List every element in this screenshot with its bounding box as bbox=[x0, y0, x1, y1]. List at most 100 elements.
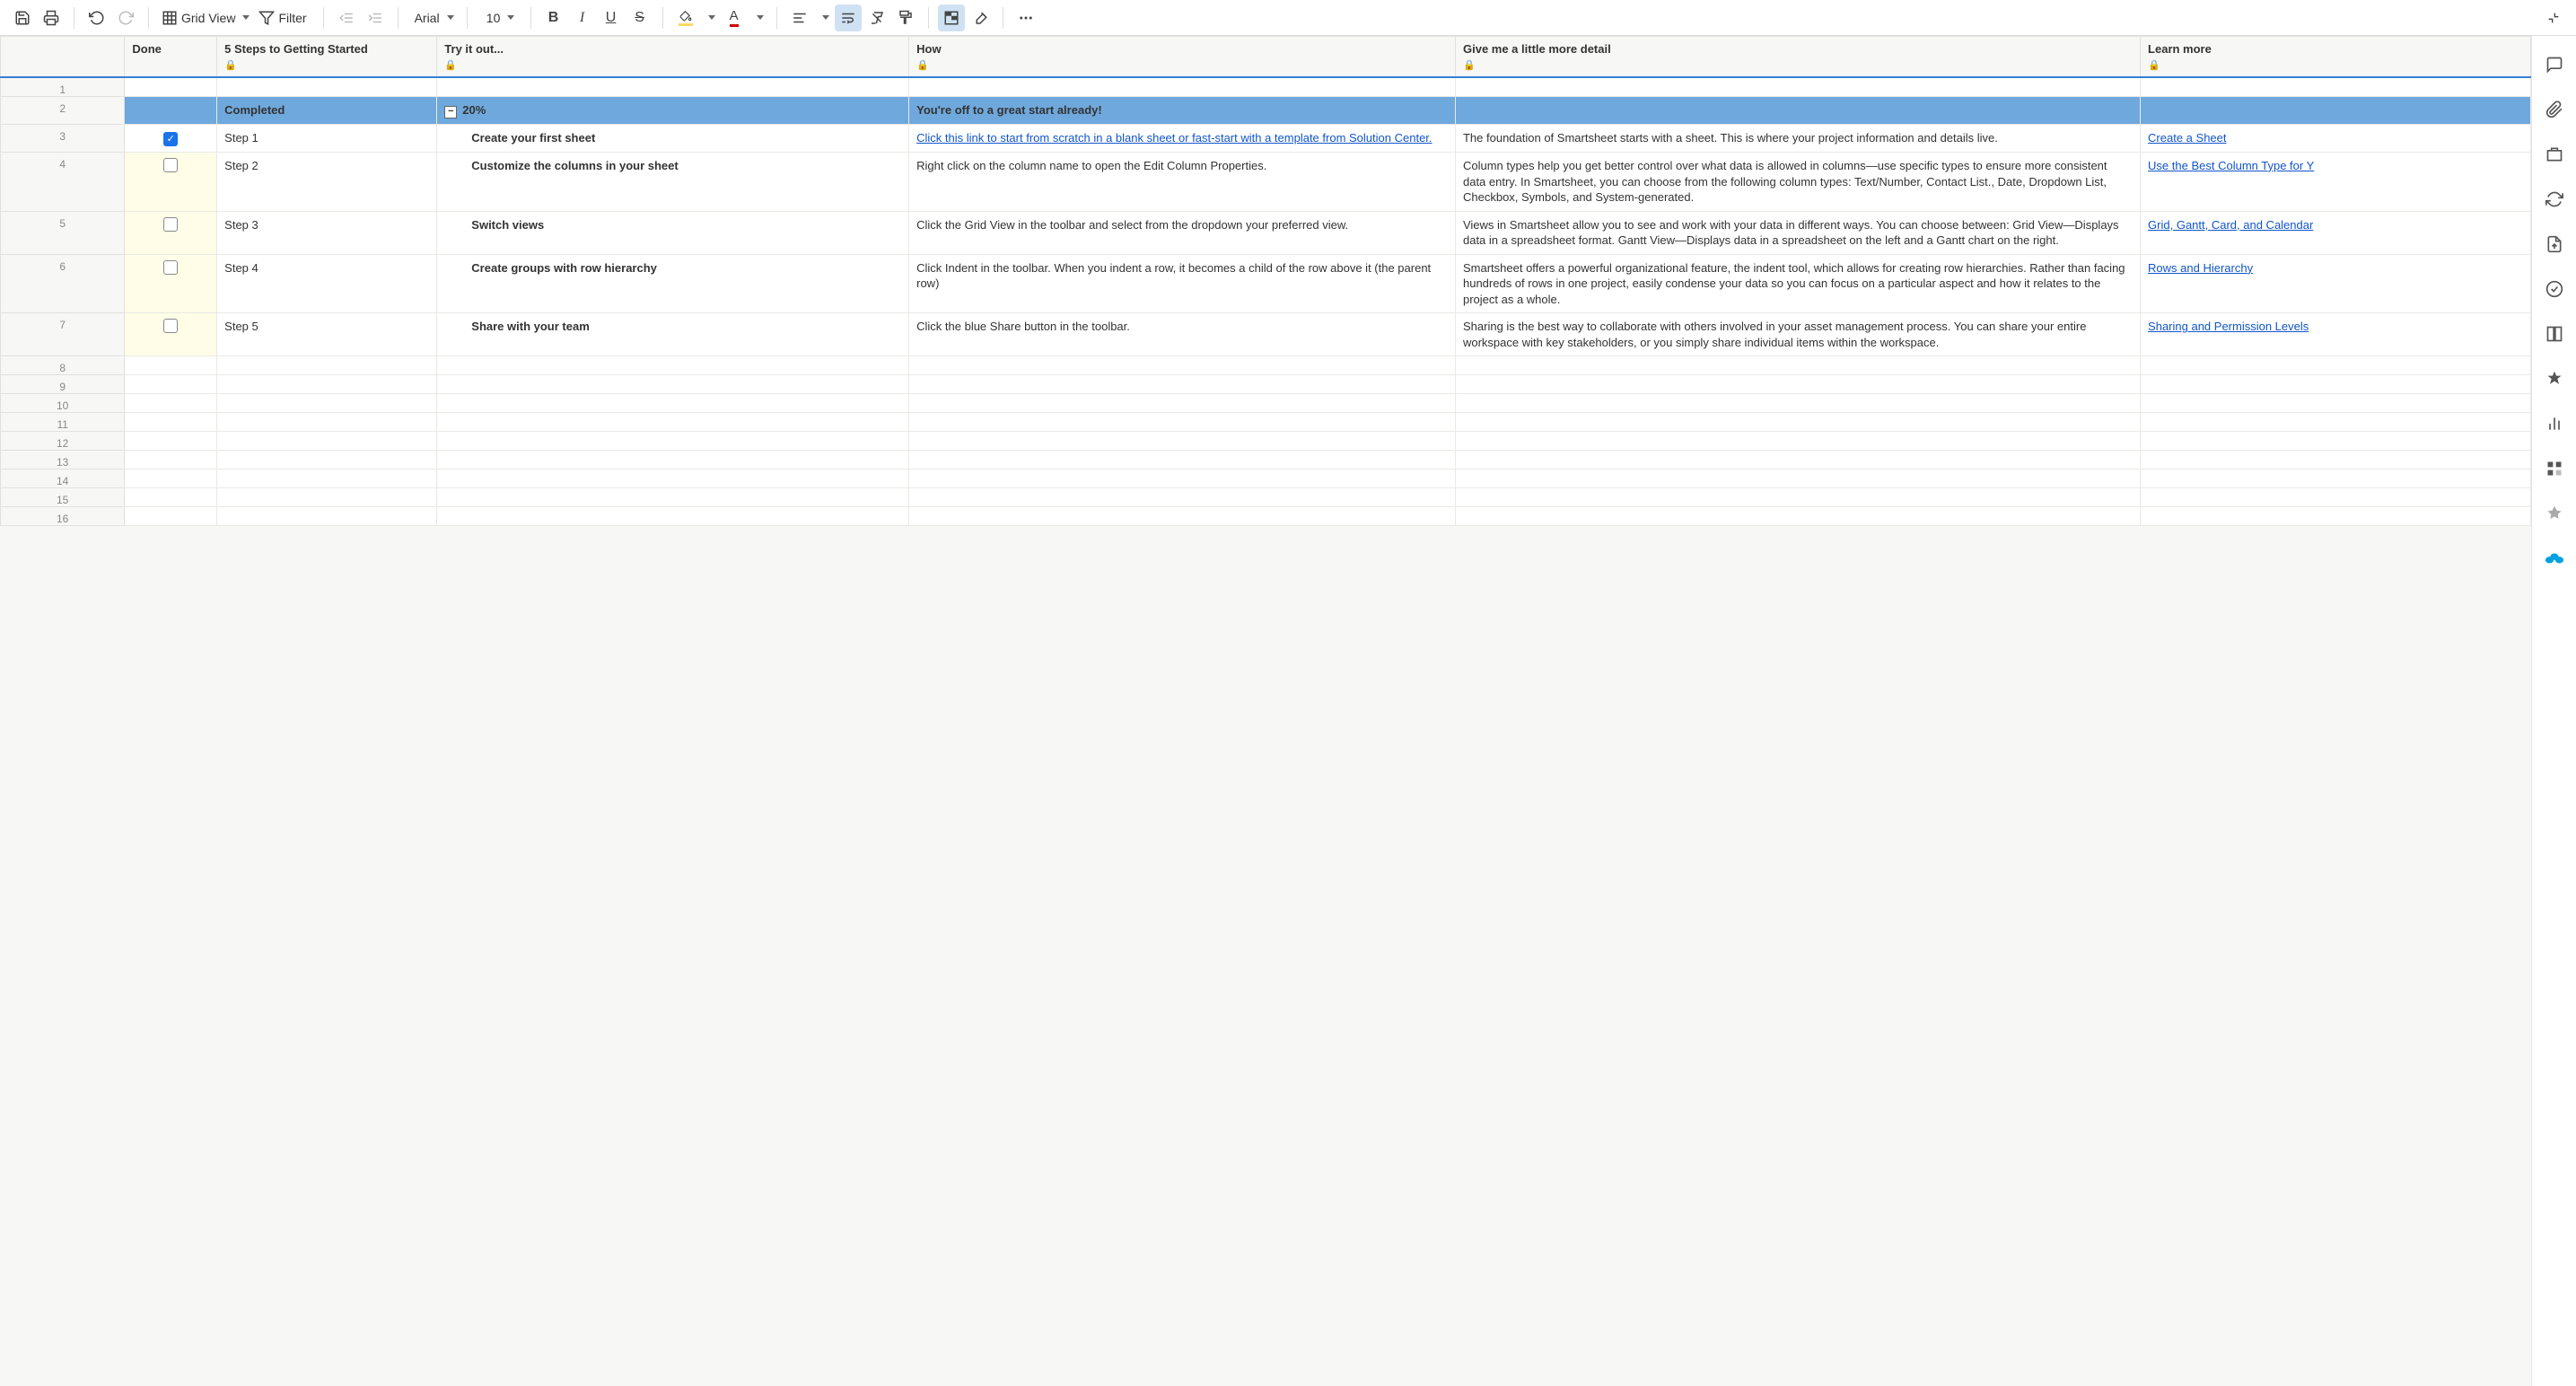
more-button[interactable] bbox=[1012, 4, 1039, 31]
work-insights-icon[interactable] bbox=[2544, 413, 2565, 434]
undo-button[interactable] bbox=[83, 4, 110, 31]
column-header-done[interactable]: Done bbox=[125, 37, 217, 78]
how-cell[interactable]: Click this link to start from scratch in… bbox=[909, 124, 1456, 152]
row-number[interactable]: 10 bbox=[1, 394, 125, 413]
learn-link[interactable]: Grid, Gantt, Card, and Calendar bbox=[2148, 218, 2313, 232]
wrap-text-button[interactable] bbox=[835, 4, 862, 31]
checkbox-unchecked[interactable] bbox=[163, 217, 178, 232]
collapse-toggle[interactable]: − bbox=[444, 106, 457, 118]
row-number[interactable]: 3 bbox=[1, 124, 125, 152]
how-cell[interactable]: Click Indent in the toolbar. When you in… bbox=[909, 254, 1456, 313]
how-cell[interactable]: Click the Grid View in the toolbar and s… bbox=[909, 211, 1456, 254]
indent-button[interactable] bbox=[362, 4, 389, 31]
table-row[interactable]: 11 bbox=[1, 413, 2531, 432]
table-row[interactable]: 12 bbox=[1, 432, 2531, 451]
table-row[interactable]: 13 bbox=[1, 451, 2531, 469]
detail-cell[interactable]: The foundation of Smartsheet starts with… bbox=[1455, 124, 2140, 152]
table-row[interactable]: 10 bbox=[1, 394, 2531, 413]
table-row[interactable]: 4Step 2Customize the columns in your she… bbox=[1, 152, 2531, 211]
done-cell[interactable] bbox=[125, 152, 217, 211]
try-cell[interactable]: Switch views bbox=[437, 211, 909, 254]
row-number[interactable]: 1 bbox=[1, 77, 125, 97]
print-button[interactable] bbox=[38, 4, 65, 31]
comments-icon[interactable] bbox=[2544, 54, 2565, 75]
table-row[interactable]: 16 bbox=[1, 507, 2531, 526]
summary-row[interactable]: 2 Completed −20% You're off to a great s… bbox=[1, 97, 2531, 125]
bold-button[interactable]: B bbox=[540, 4, 567, 31]
save-button[interactable] bbox=[9, 4, 36, 31]
row-number[interactable]: 16 bbox=[1, 507, 125, 526]
activity-log-icon[interactable] bbox=[2544, 278, 2565, 300]
summary-icon[interactable] bbox=[2544, 323, 2565, 345]
learn-cell[interactable]: Create a Sheet bbox=[2141, 124, 2531, 152]
summary-message[interactable]: You're off to a great start already! bbox=[909, 97, 1456, 125]
table-row[interactable]: 15 bbox=[1, 488, 2531, 507]
attachments-icon[interactable] bbox=[2544, 99, 2565, 120]
font-size-select[interactable]: 10 bbox=[477, 4, 521, 31]
collapse-toolbar-button[interactable] bbox=[2540, 4, 2567, 31]
done-cell[interactable]: ✓ bbox=[125, 124, 217, 152]
step-cell[interactable]: Step 1 bbox=[217, 124, 437, 152]
checkbox-checked[interactable]: ✓ bbox=[163, 132, 178, 146]
table-row[interactable]: 9 bbox=[1, 375, 2531, 394]
table-row[interactable]: 8 bbox=[1, 356, 2531, 375]
row-number[interactable]: 12 bbox=[1, 432, 125, 451]
highlight-changes-button[interactable] bbox=[967, 4, 994, 31]
done-cell[interactable] bbox=[125, 211, 217, 254]
row-number[interactable]: 11 bbox=[1, 413, 125, 432]
sheet-area[interactable]: Done 5 Steps to Getting Started🔒 Try it … bbox=[0, 36, 2531, 1386]
try-cell[interactable]: Customize the columns in your sheet bbox=[437, 152, 909, 211]
row-number[interactable]: 15 bbox=[1, 488, 125, 507]
brandfolder-icon[interactable] bbox=[2544, 368, 2565, 390]
grid-view-button[interactable]: Grid View bbox=[158, 4, 253, 31]
redo-button[interactable] bbox=[112, 4, 139, 31]
row-number[interactable]: 6 bbox=[1, 254, 125, 313]
row-number[interactable]: 13 bbox=[1, 451, 125, 469]
fill-color-dropdown[interactable] bbox=[701, 4, 719, 31]
how-cell[interactable]: Click the blue Share button in the toolb… bbox=[909, 313, 1456, 356]
column-header-detail[interactable]: Give me a little more detail🔒 bbox=[1455, 37, 2140, 78]
learn-link[interactable]: Rows and Hierarchy bbox=[2148, 261, 2253, 275]
table-row[interactable]: 7Step 5Share with your teamClick the blu… bbox=[1, 313, 2531, 356]
how-cell[interactable]: Right click on the column name to open t… bbox=[909, 152, 1456, 211]
try-cell[interactable]: Share with your team bbox=[437, 313, 909, 356]
connections-icon[interactable] bbox=[2544, 503, 2565, 524]
row-number[interactable]: 14 bbox=[1, 469, 125, 488]
clear-format-button[interactable] bbox=[863, 4, 890, 31]
try-cell[interactable]: Create groups with row hierarchy bbox=[437, 254, 909, 313]
checkbox-unchecked[interactable] bbox=[163, 319, 178, 333]
proofs-icon[interactable] bbox=[2544, 144, 2565, 165]
detail-cell[interactable]: Views in Smartsheet allow you to see and… bbox=[1455, 211, 2140, 254]
detail-cell[interactable]: Column types help you get better control… bbox=[1455, 152, 2140, 211]
table-row[interactable]: 1 bbox=[1, 77, 2531, 97]
align-button[interactable] bbox=[786, 4, 813, 31]
learn-link[interactable]: Create a Sheet bbox=[2148, 131, 2226, 145]
fill-color-button[interactable] bbox=[672, 4, 699, 31]
conditional-format-button[interactable] bbox=[938, 4, 965, 31]
learn-link[interactable]: Sharing and Permission Levels bbox=[2148, 320, 2309, 333]
outdent-button[interactable] bbox=[333, 4, 360, 31]
learn-cell[interactable]: Rows and Hierarchy bbox=[2141, 254, 2531, 313]
table-row[interactable]: 5Step 3Switch viewsClick the Grid View i… bbox=[1, 211, 2531, 254]
font-family-select[interactable]: Arial bbox=[407, 4, 458, 31]
completed-label[interactable]: Completed bbox=[217, 97, 437, 125]
column-header-steps[interactable]: 5 Steps to Getting Started🔒 bbox=[217, 37, 437, 78]
detail-cell[interactable]: Smartsheet offers a powerful organizatio… bbox=[1455, 254, 2140, 313]
column-header-try[interactable]: Try it out...🔒 bbox=[437, 37, 909, 78]
learn-cell[interactable]: Grid, Gantt, Card, and Calendar bbox=[2141, 211, 2531, 254]
table-row[interactable]: 14 bbox=[1, 469, 2531, 488]
table-row[interactable]: 6Step 4Create groups with row hierarchyC… bbox=[1, 254, 2531, 313]
step-cell[interactable]: Step 2 bbox=[217, 152, 437, 211]
checkbox-unchecked[interactable] bbox=[163, 158, 178, 172]
how-link[interactable]: Click this link to start from scratch in… bbox=[916, 131, 1432, 145]
italic-button[interactable]: I bbox=[569, 4, 596, 31]
step-cell[interactable]: Step 3 bbox=[217, 211, 437, 254]
done-cell[interactable] bbox=[125, 254, 217, 313]
salesforce-icon[interactable] bbox=[2544, 548, 2565, 569]
learn-link[interactable]: Use the Best Column Type for Y bbox=[2148, 159, 2314, 172]
underline-button[interactable]: U bbox=[598, 4, 625, 31]
try-cell[interactable]: Create your first sheet bbox=[437, 124, 909, 152]
text-color-dropdown[interactable] bbox=[749, 4, 767, 31]
column-header-learn[interactable]: Learn more🔒 bbox=[2141, 37, 2531, 78]
table-row[interactable]: 3 ✓ Step 1Create your first sheet Click thi… bbox=[1, 124, 2531, 152]
